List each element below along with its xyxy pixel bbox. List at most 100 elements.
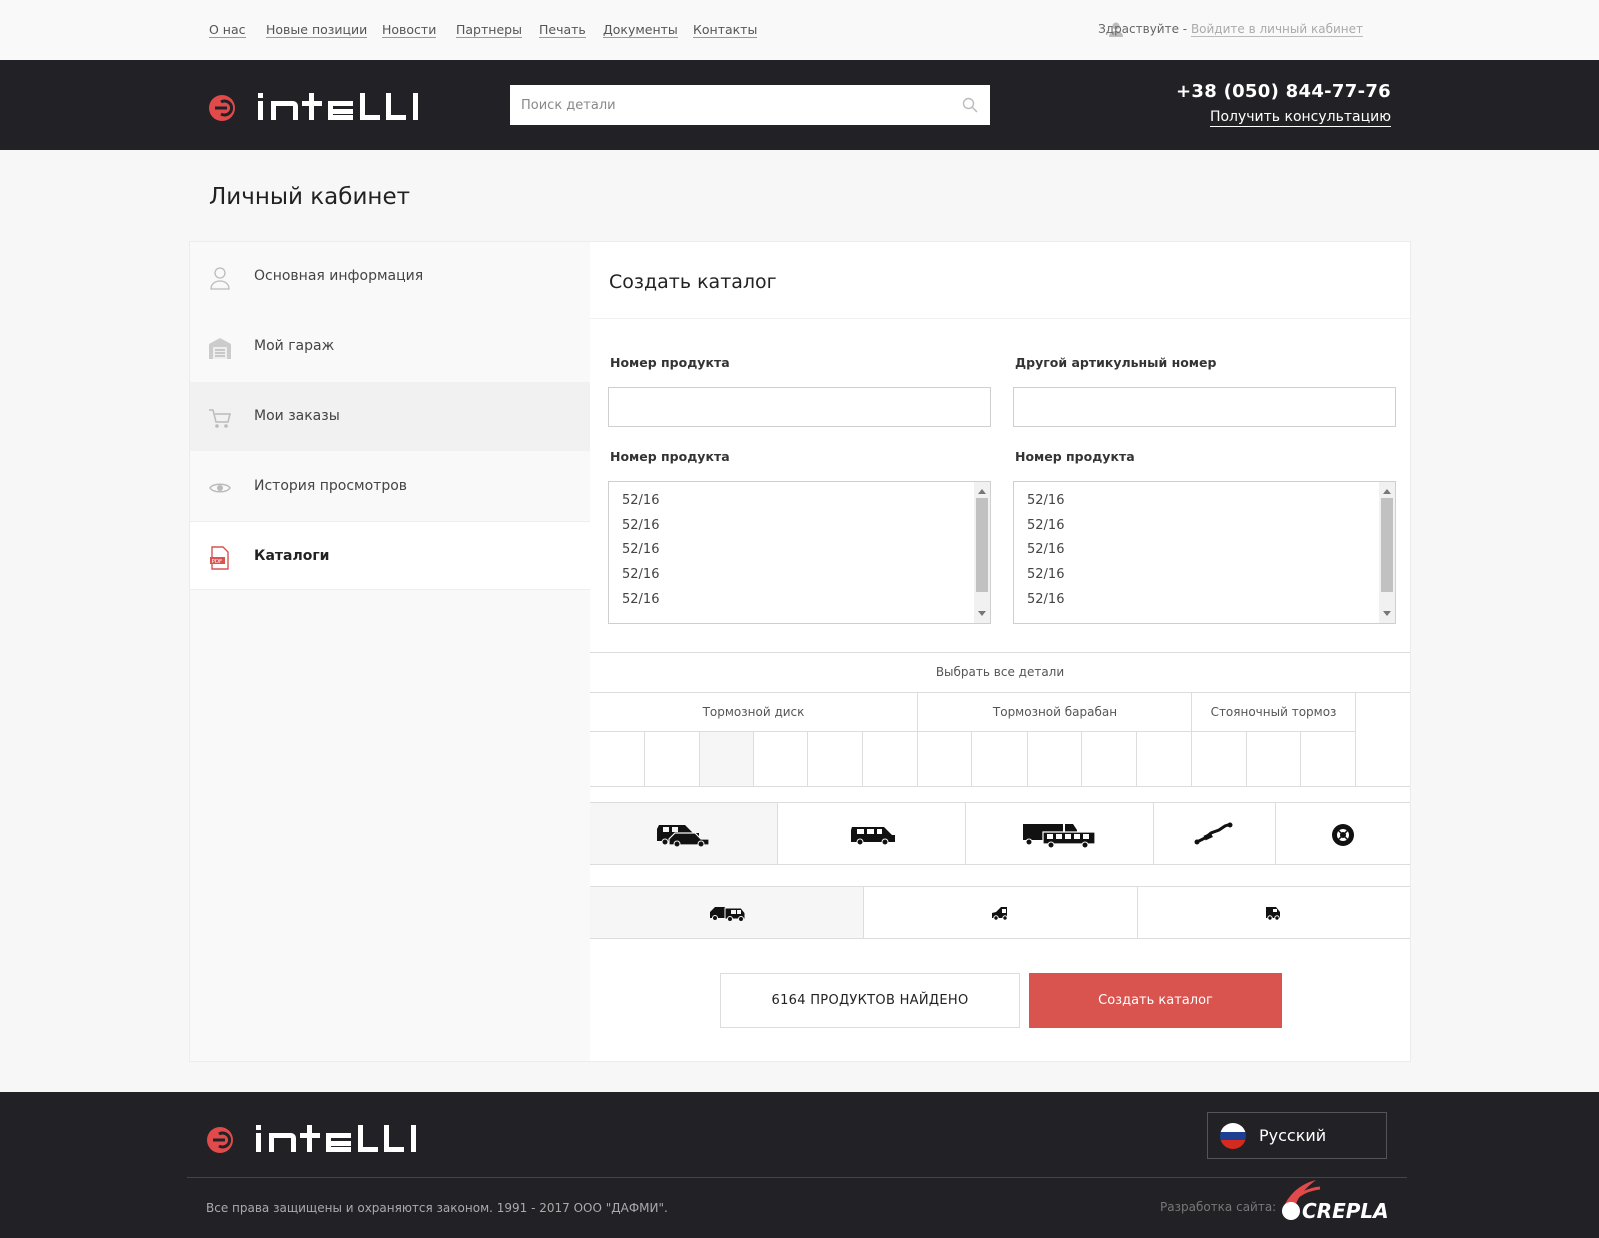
divider — [590, 652, 1410, 653]
category-parking-brake[interactable]: Стояночный тормоз — [1192, 705, 1355, 719]
list-option[interactable]: 52/16 — [1027, 542, 1064, 557]
body-crossover-button[interactable] — [1138, 887, 1410, 938]
list-option[interactable]: 52/16 — [1027, 493, 1064, 508]
divider — [590, 786, 1410, 787]
footer-logo[interactable] — [206, 1121, 446, 1159]
list-option[interactable]: 52/16 — [622, 567, 659, 582]
nav-link-contacts[interactable]: Контакты — [693, 22, 758, 38]
logo-icon — [209, 93, 418, 121]
sidebar-item-label: Каталоги — [254, 548, 330, 564]
minivan-icon — [851, 827, 895, 846]
logo[interactable] — [208, 89, 448, 127]
nav-link-print[interactable]: Печать — [539, 22, 586, 38]
nav-link-new-items[interactable]: Новые позиции — [266, 22, 368, 38]
russia-flag-icon — [1220, 1123, 1246, 1149]
sidebar-item-orders[interactable]: Мои заказы — [190, 382, 590, 451]
sidebar-item-label: История просмотров — [254, 478, 408, 494]
category-brake-drum[interactable]: Тормозной барабан — [918, 705, 1192, 719]
language-label: Русский — [1259, 1126, 1327, 1145]
list-option[interactable]: 52/16 — [1027, 518, 1064, 533]
sidebar-item-main-info[interactable]: Основная информация — [190, 242, 590, 311]
sidebar-item-catalogs[interactable]: PDF Каталоги — [190, 521, 590, 590]
nav-link-about[interactable]: О нас — [209, 22, 246, 38]
developer-logo[interactable]: CREPLA — [1278, 1178, 1390, 1226]
divider — [590, 938, 1410, 939]
sidebar-item-label: Основная информация — [254, 268, 424, 284]
divider — [1246, 732, 1247, 786]
list-option[interactable]: 52/16 — [1027, 567, 1064, 582]
list-option[interactable]: 52/16 — [622, 518, 659, 533]
divider — [1136, 732, 1137, 786]
list-option[interactable]: 52/16 — [622, 542, 659, 557]
pdf-icon: PDF — [210, 546, 229, 570]
user-icon — [210, 267, 230, 290]
scrollbar-thumb[interactable] — [1381, 498, 1393, 592]
suv-icon — [710, 907, 746, 922]
list-option[interactable]: 52/16 — [622, 493, 659, 508]
vehicle-minivan-button[interactable] — [778, 803, 965, 864]
vehicle-truck-bus-button[interactable] — [966, 803, 1153, 864]
greeting: Здраствуйте - Войдите в личный кабинет — [1098, 22, 1363, 37]
divider — [807, 732, 808, 786]
svg-text:PDF: PDF — [212, 559, 223, 565]
search-input[interactable] — [510, 85, 950, 125]
cart-icon — [209, 409, 231, 428]
body-sedan-button[interactable] — [864, 887, 1137, 938]
search-box — [510, 85, 990, 125]
developer-logo-text: CREPLA — [1302, 1199, 1389, 1222]
nav-link-documents[interactable]: Документы — [603, 22, 678, 38]
section-title: Создать каталог — [609, 271, 777, 293]
scrollbar[interactable] — [974, 482, 990, 623]
article-number-input[interactable] — [1013, 387, 1396, 427]
sidebar-item-label: Мои заказы — [254, 408, 340, 424]
divider — [1027, 732, 1028, 786]
nav-link-partners[interactable]: Партнеры — [456, 22, 522, 38]
sidebar-item-history[interactable]: История просмотров — [190, 452, 590, 521]
list-option[interactable]: 52/16 — [1027, 592, 1064, 607]
divider — [1300, 732, 1301, 786]
divider — [1355, 693, 1356, 786]
divider — [590, 864, 1410, 865]
create-catalog-button[interactable]: Создать каталог — [1029, 973, 1282, 1028]
sidebar-item-garage[interactable]: Мой гараж — [190, 312, 590, 381]
divider — [590, 318, 1410, 319]
category-brake-disc[interactable]: Тормозной диск — [590, 705, 917, 719]
scroll-up-icon[interactable] — [1383, 489, 1391, 494]
product-number-input[interactable] — [608, 387, 991, 427]
select-all-button[interactable]: Выбрать все детали — [590, 665, 1410, 679]
divider — [753, 732, 754, 786]
divider — [1191, 693, 1192, 786]
divider — [917, 693, 918, 786]
list-option[interactable]: 52/16 — [622, 592, 659, 607]
language-selector[interactable]: Русский — [1207, 1112, 1387, 1159]
vehicle-cable-button[interactable] — [1154, 803, 1275, 864]
divider — [699, 732, 700, 786]
divider — [590, 692, 1410, 693]
garage-icon — [209, 338, 231, 359]
scrollbar-thumb[interactable] — [976, 498, 988, 592]
sidebar-item-label: Мой гараж — [254, 338, 335, 354]
phone-number[interactable]: +38 (050) 844-77-76 — [1176, 81, 1391, 102]
scroll-down-icon[interactable] — [978, 611, 986, 616]
vehicle-cars-vans-button[interactable] — [590, 803, 777, 864]
scrollbar[interactable] — [1379, 482, 1395, 623]
logo-icon — [207, 1125, 416, 1153]
divider — [644, 732, 645, 786]
products-found-counter: 6164 ПРОДУКТОВ НАЙДЕНО — [720, 973, 1020, 1028]
scroll-down-icon[interactable] — [1383, 611, 1391, 616]
page-title: Личный кабинет — [209, 184, 410, 210]
search-icon[interactable] — [962, 97, 978, 113]
category-cell[interactable] — [699, 732, 753, 786]
nav-link-news[interactable]: Новости — [382, 22, 437, 38]
scroll-up-icon[interactable] — [978, 489, 986, 494]
consult-link[interactable]: Получить консультацию — [1209, 109, 1391, 127]
body-suv-button[interactable] — [590, 887, 863, 938]
cable-icon — [1194, 822, 1233, 845]
divider — [862, 732, 863, 786]
greeting-text: Здраствуйте - — [1098, 22, 1191, 36]
copyright: Все права защищены и охраняются законом.… — [206, 1201, 668, 1215]
vehicle-disc-button[interactable] — [1276, 803, 1410, 864]
login-link[interactable]: Войдите в личный кабинет — [1190, 22, 1363, 37]
product-listbox[interactable]: 52/16 52/16 52/16 52/16 52/16 — [608, 481, 991, 624]
product-listbox[interactable]: 52/16 52/16 52/16 52/16 52/16 — [1013, 481, 1396, 624]
